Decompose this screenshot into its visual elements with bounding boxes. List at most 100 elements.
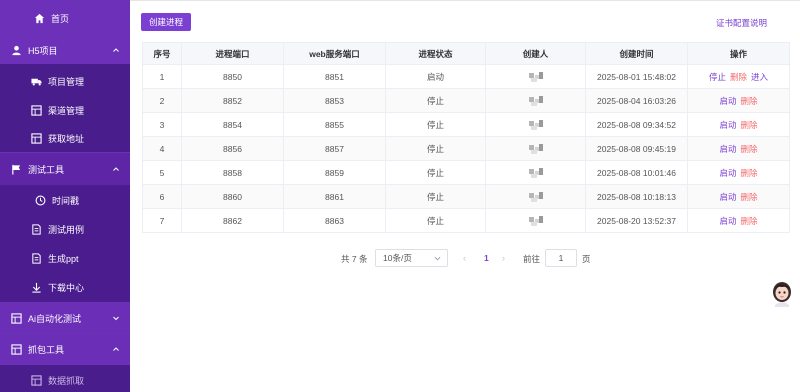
- delete-button[interactable]: 删除: [741, 168, 758, 178]
- sidebar-item-get-address[interactable]: 获取地址: [0, 124, 130, 152]
- start-button[interactable]: 启动: [719, 168, 736, 178]
- delete-button[interactable]: 删除: [741, 120, 758, 130]
- sidebar-item-label: 生成ppt: [48, 253, 79, 264]
- cell-web-port: 8861: [283, 184, 386, 209]
- cell-actions: 启动 删除: [687, 136, 790, 161]
- redacted-creator: [523, 143, 549, 155]
- table-row: 6 8860 8861 停止 2025-08-08 10:18:13 启动 删除: [142, 184, 790, 209]
- redacted-creator: [523, 167, 549, 179]
- start-button[interactable]: 启动: [719, 192, 736, 202]
- cell-index: 2: [142, 88, 182, 113]
- delete-button[interactable]: 删除: [741, 192, 758, 202]
- header-status: 进程状态: [385, 42, 486, 65]
- cert-config-link[interactable]: 证书配置说明: [716, 17, 767, 29]
- sidebar-item-download-center[interactable]: 下载中心: [0, 273, 130, 301]
- header-web-port: web服务端口: [283, 42, 386, 65]
- delete-button[interactable]: 删除: [741, 96, 758, 106]
- cell-creator: [485, 112, 586, 137]
- pagination-total: 共 7 条: [341, 254, 368, 264]
- start-button[interactable]: 启动: [719, 96, 736, 106]
- table-row: 7 8862 8863 停止 2025-08-20 13:52:37 启动 删除: [142, 208, 790, 233]
- grid-icon: [30, 104, 42, 116]
- cell-status: 停止: [385, 88, 486, 113]
- cell-creator: [485, 136, 586, 161]
- home-icon: [33, 12, 45, 24]
- cell-web-port: 8857: [283, 136, 386, 161]
- cell-web-port: 8859: [283, 160, 386, 185]
- cell-process-port: 8856: [181, 136, 284, 161]
- cell-created-time: 2025-08-01 15:48:02: [585, 64, 688, 89]
- cell-status: 停止: [385, 208, 486, 233]
- cell-status: 启动: [385, 64, 486, 89]
- enter-button[interactable]: 进入: [751, 72, 768, 82]
- chevron-up-icon: [113, 167, 119, 171]
- sidebar-group-test-tools[interactable]: 测试工具: [0, 153, 130, 185]
- sidebar-group-label: 抓包工具: [28, 344, 65, 355]
- cell-creator: [485, 88, 586, 113]
- sidebar-group-capture[interactable]: 抓包工具: [0, 334, 130, 364]
- sidebar-item-label: 时间戳: [52, 195, 80, 206]
- cell-index: 7: [142, 208, 182, 233]
- sidebar-item-label: 项目管理: [48, 76, 85, 87]
- sidebar-group-label: H5项目: [28, 45, 58, 56]
- header-creator: 创建人: [485, 42, 586, 65]
- sidebar-item-label: 数据抓取: [48, 375, 85, 386]
- next-page-icon[interactable]: ›: [502, 253, 505, 263]
- cell-creator: [485, 208, 586, 233]
- cell-actions: 启动 删除: [687, 88, 790, 113]
- cell-index: 6: [142, 184, 182, 209]
- cell-process-port: 8854: [181, 112, 284, 137]
- redacted-creator: [523, 71, 549, 83]
- grid-icon: [10, 343, 22, 355]
- table-row: 5 8858 8859 停止 2025-08-08 10:01:46 启动 删除: [142, 160, 790, 185]
- header-actions: 操作: [687, 42, 790, 65]
- cell-status: 停止: [385, 112, 486, 137]
- cell-created-time: 2025-08-04 16:03:26: [585, 88, 688, 113]
- sidebar-group-ai-test[interactable]: Ai自动化测试: [0, 303, 130, 333]
- header-process-port: 进程端口: [181, 42, 284, 65]
- current-page[interactable]: 1: [484, 253, 489, 263]
- sidebar-item-project-manage[interactable]: 项目管理: [0, 67, 130, 95]
- cell-process-port: 8852: [181, 88, 284, 113]
- delete-button[interactable]: 删除: [730, 72, 747, 82]
- cell-status: 停止: [385, 184, 486, 209]
- goto-label: 前往: [523, 254, 541, 264]
- cell-actions: 启动 删除: [687, 184, 790, 209]
- start-button[interactable]: 启动: [719, 120, 736, 130]
- cell-process-port: 8860: [181, 184, 284, 209]
- page-size-select[interactable]: 10条/页: [375, 249, 448, 267]
- header-created-time: 创建时间: [585, 42, 688, 65]
- delete-button[interactable]: 删除: [741, 144, 758, 154]
- cell-web-port: 8853: [283, 88, 386, 113]
- sidebar-item-label: 渠道管理: [48, 105, 85, 116]
- sidebar-group-h5[interactable]: H5项目: [0, 36, 130, 64]
- cell-status: 停止: [385, 136, 486, 161]
- sidebar-item-data-capture[interactable]: 数据抓取: [0, 366, 130, 392]
- assistant-avatar-icon[interactable]: [771, 281, 793, 307]
- redacted-creator: [523, 95, 549, 107]
- start-button[interactable]: 启动: [719, 144, 736, 154]
- cell-creator: [485, 160, 586, 185]
- start-button[interactable]: 启动: [719, 216, 736, 226]
- document-icon: [30, 252, 42, 264]
- sidebar-item-home[interactable]: 首页: [0, 0, 130, 36]
- create-process-button[interactable]: 创建进程: [141, 13, 191, 31]
- sidebar-item-test-cases[interactable]: 测试用例: [0, 215, 130, 243]
- redacted-creator: [523, 119, 549, 131]
- cell-created-time: 2025-08-08 09:45:19: [585, 136, 688, 161]
- goto-page-input[interactable]: 1: [545, 249, 577, 267]
- prev-page-icon[interactable]: ‹: [463, 253, 466, 263]
- cell-created-time: 2025-08-08 09:34:52: [585, 112, 688, 137]
- sidebar-item-timestamp[interactable]: 时间戳: [0, 186, 130, 214]
- delete-button[interactable]: 删除: [741, 216, 758, 226]
- stop-button[interactable]: 停止: [709, 72, 726, 82]
- user-icon: [10, 44, 22, 56]
- cell-web-port: 8855: [283, 112, 386, 137]
- sidebar-item-generate-ppt[interactable]: 生成ppt: [0, 244, 130, 272]
- process-table: 序号 进程端口 web服务端口 进程状态 创建人 创建时间 操作 1 8850 88…: [142, 42, 790, 233]
- cell-created-time: 2025-08-20 13:52:37: [585, 208, 688, 233]
- cell-index: 4: [142, 136, 182, 161]
- sidebar-item-label: 下载中心: [48, 282, 85, 293]
- sidebar-item-channel-manage[interactable]: 渠道管理: [0, 96, 130, 124]
- chevron-down-icon: [113, 316, 119, 321]
